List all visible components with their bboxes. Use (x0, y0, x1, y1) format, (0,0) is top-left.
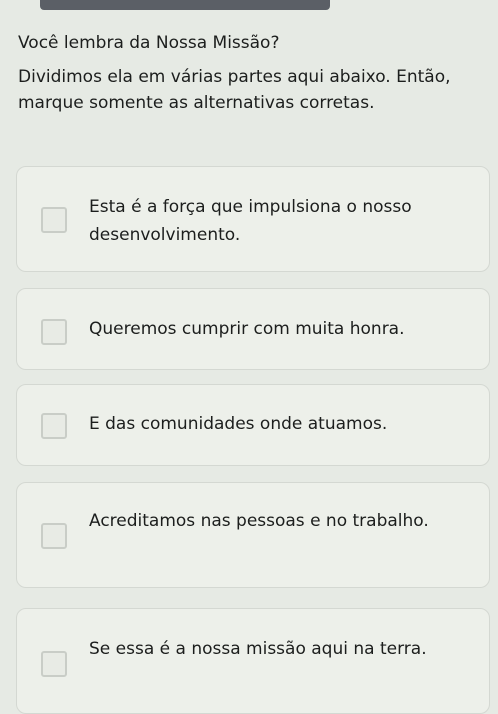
option-3-label: E das comunidades onde atuamos. (89, 414, 388, 434)
option-2-label: Queremos cumprir com muita honra. (89, 319, 405, 339)
option-1[interactable]: Esta é a força que impulsiona o nosso de… (16, 166, 490, 272)
option-1-label: Esta é a força que impulsiona o nosso de… (89, 197, 412, 245)
option-5[interactable]: Se essa é a nossa missão aqui na terra. (16, 608, 490, 714)
option-2-checkbox[interactable] (41, 319, 67, 345)
top-bar (40, 0, 330, 10)
option-4-label: Acreditamos nas pessoas e no trabalho. (89, 511, 429, 531)
question-title: Você lembra da Nossa Missão? (18, 33, 280, 53)
option-3-checkbox[interactable] (41, 413, 67, 439)
option-3[interactable]: E das comunidades onde atuamos. (16, 384, 490, 466)
option-1-checkbox[interactable] (41, 207, 67, 233)
question-instruction: Dividimos ela em várias partes aqui abai… (18, 67, 451, 113)
question-block: Você lembra da Nossa Missão? Dividimos e… (18, 30, 488, 116)
option-4[interactable]: Acreditamos nas pessoas e no trabalho. (16, 482, 490, 588)
option-4-checkbox[interactable] (41, 523, 67, 549)
option-5-label: Se essa é a nossa missão aqui na terra. (89, 639, 427, 659)
option-2[interactable]: Queremos cumprir com muita honra. (16, 288, 490, 370)
option-5-checkbox[interactable] (41, 651, 67, 677)
